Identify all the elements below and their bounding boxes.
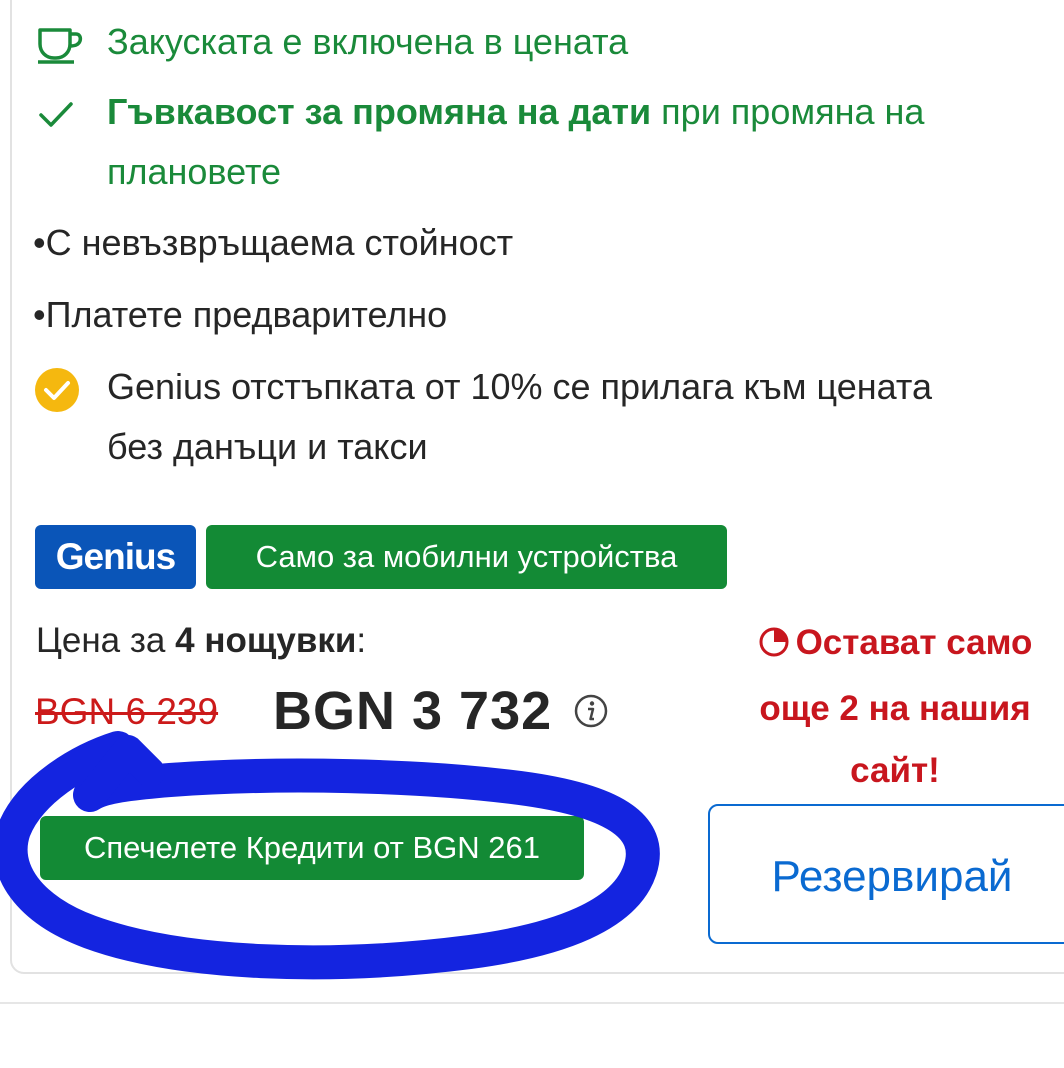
- check-circle-icon: [33, 366, 81, 419]
- availability-line1-text: Остават само: [795, 623, 1033, 662]
- reserve-button[interactable]: Резервирай: [708, 804, 1064, 944]
- taxes-note: вкл: [36, 764, 80, 795]
- original-price: BGN 6 239: [35, 691, 219, 732]
- nights-count: 4 нощувки: [175, 621, 357, 660]
- checkmark-icon: [38, 100, 74, 135]
- price-label-prefix: Цена за: [36, 621, 166, 660]
- flexibility-bold-text: Гъвкавост за промяна на дати: [107, 91, 652, 132]
- clock-icon: [758, 616, 790, 678]
- non-refundable-text: •С невъзвръщаема стойност: [33, 222, 514, 263]
- mobile-only-badge: Само за мобилни устройства: [206, 525, 727, 589]
- flexibility-rest-text: при промяна на: [661, 91, 925, 132]
- genius-discount-line2: без данъци и такси: [107, 426, 428, 467]
- availability-line2: още 2 на нашия: [759, 689, 1031, 728]
- earn-credits-badge: Спечелете Кредити от BGN 261: [40, 816, 584, 880]
- info-icon[interactable]: [573, 693, 609, 734]
- prepay-text: •Платете предварително: [33, 294, 448, 335]
- coffee-cup-icon: [36, 24, 84, 69]
- section-divider: [0, 1002, 1064, 1004]
- genius-discount-line1: Genius отстъпката от 10% се прилага към …: [107, 366, 933, 407]
- availability-line3: сайт!: [850, 751, 940, 790]
- price-label: Цена за 4 нощувки:: [36, 615, 366, 667]
- availability-warning: Остават само още 2 на нашия сайт!: [715, 612, 1064, 802]
- flexibility-text: Гъвкавост за промяна на дати при промяна…: [107, 82, 924, 142]
- flexibility-line2-text: плановете: [107, 151, 282, 192]
- price-label-suffix: :: [356, 621, 367, 660]
- discounted-price: BGN 3 732: [273, 681, 553, 741]
- breakfast-included-text: Закуската е включена в цената: [107, 21, 629, 62]
- genius-badge: Genius: [35, 525, 196, 589]
- availability-line1: Остават само: [715, 612, 1064, 678]
